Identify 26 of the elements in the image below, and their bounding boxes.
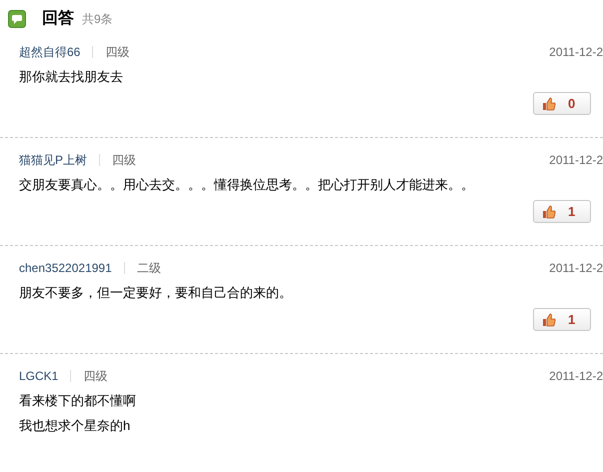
- username-link[interactable]: chen3522021991: [19, 259, 112, 277]
- username-link[interactable]: LGCK1: [19, 367, 58, 385]
- thumbs-up-icon: [542, 312, 556, 326]
- user-level: 二级: [136, 260, 161, 277]
- post-date: 2011-12-2: [549, 260, 603, 277]
- post-date: 2011-12-2: [549, 44, 603, 61]
- post-date: 2011-12-2: [549, 368, 603, 385]
- answer-text: 朋友不要多，但一定要好，要和自己合的来的。: [19, 284, 293, 302]
- answer-text: 那你就去找朋友去: [19, 68, 124, 86]
- user-level: 四级: [105, 44, 130, 61]
- thumbs-up-icon: [542, 96, 556, 110]
- like-button[interactable]: 1: [533, 308, 591, 331]
- answer-text: 交朋友要真心。。用心去交。。。懂得换位思考。。把心打开别人才能进来。。: [19, 176, 475, 194]
- like-button[interactable]: 1: [533, 200, 591, 223]
- section-title: 回答: [42, 8, 74, 28]
- answer-count: 共9条: [82, 10, 113, 28]
- answer-text: 看来楼下的都不懂啊: [19, 392, 137, 410]
- like-button[interactable]: 0: [533, 92, 591, 115]
- user-level: 四级: [83, 368, 108, 385]
- speech-bubble-icon: [8, 10, 26, 28]
- username-link[interactable]: 超然自得66: [19, 43, 80, 61]
- post-date: 2011-12-2: [549, 152, 603, 169]
- user-level: 四级: [112, 152, 136, 169]
- answer-text: 我也想求个星奈的h: [19, 417, 132, 435]
- username-link[interactable]: 猫猫见P上树: [19, 151, 88, 169]
- thumbs-up-icon: [542, 204, 556, 218]
